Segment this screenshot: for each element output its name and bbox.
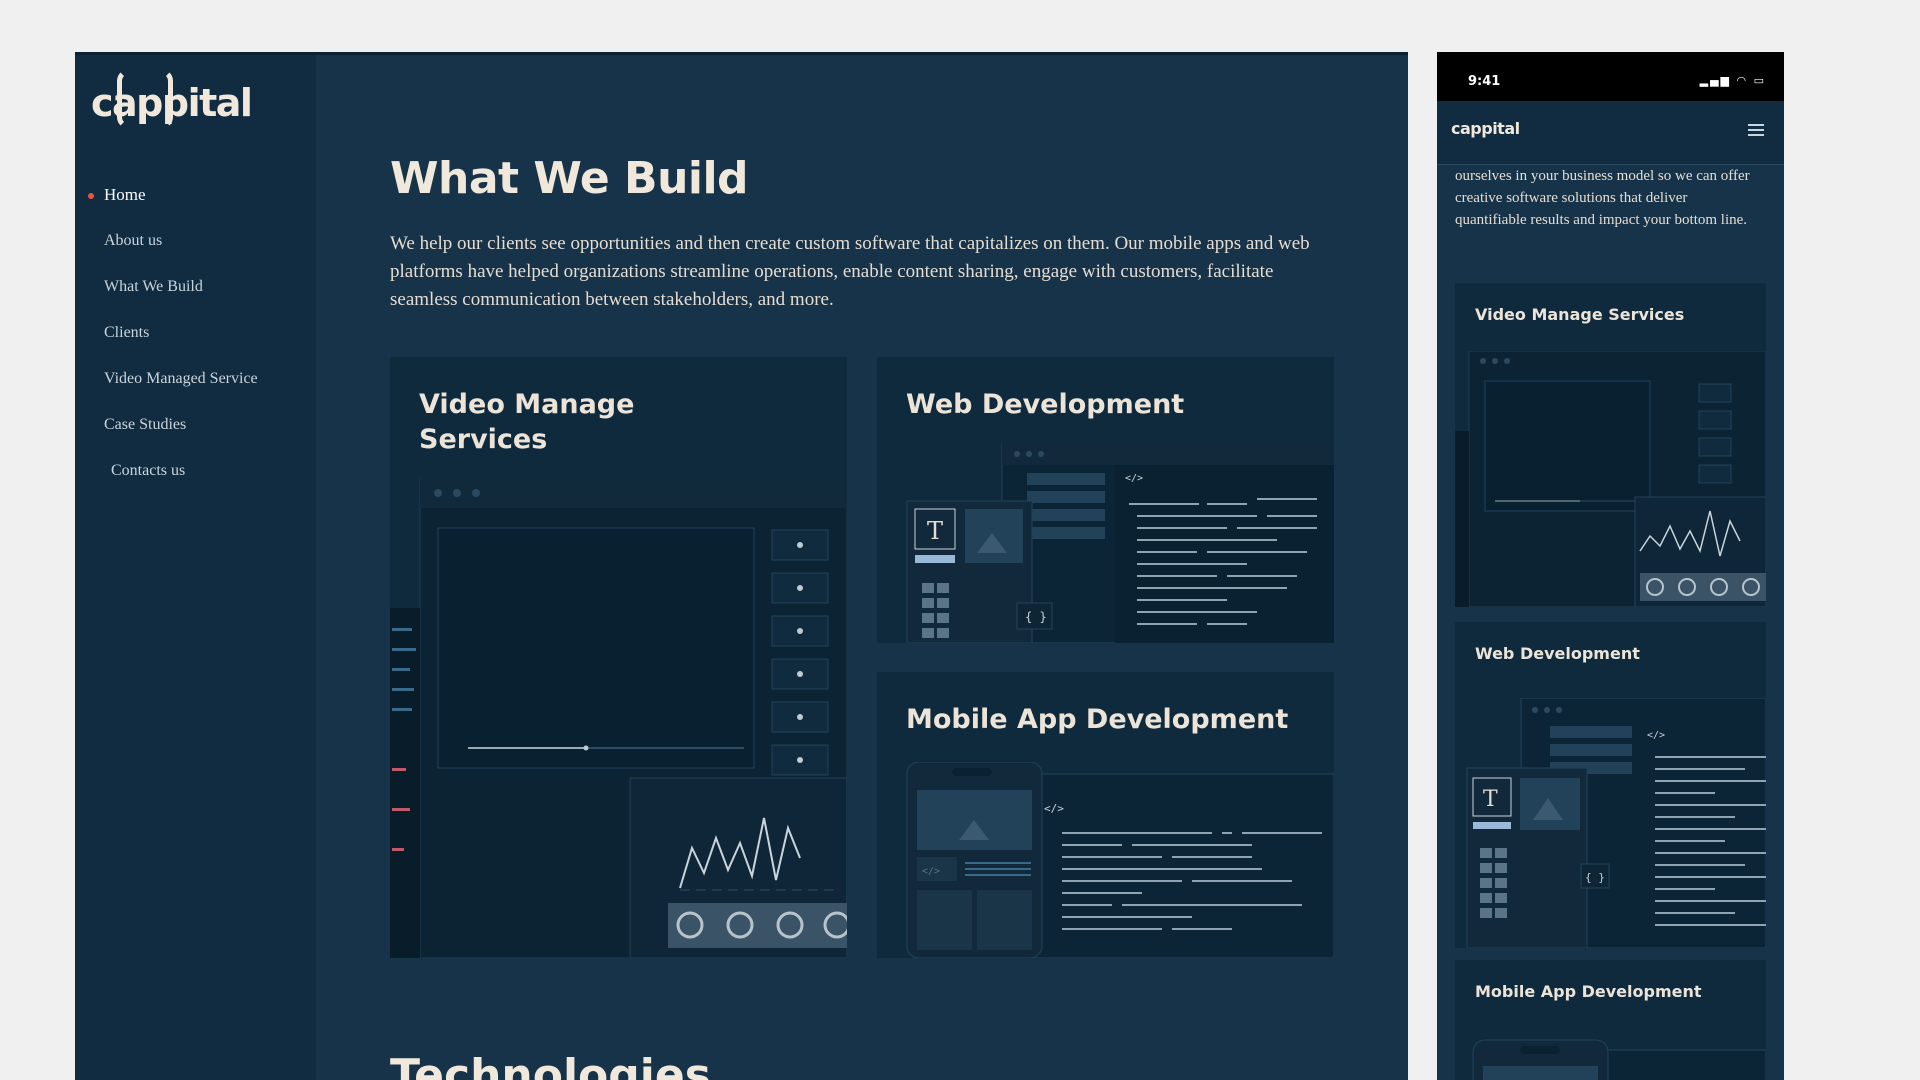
svg-text:</>: </> [1647, 730, 1665, 741]
web-development-illustration: </> T { } [1466, 698, 1766, 948]
active-dot-icon [88, 193, 94, 200]
nav-item-clients[interactable]: Clients [104, 323, 258, 369]
section-title-technologies: Technologies [390, 1050, 711, 1080]
mobile-logo[interactable]: cappital [1451, 119, 1520, 138]
hamburger-menu-icon[interactable] [1748, 124, 1764, 136]
card-title: Video Manage Services [1475, 305, 1685, 324]
video-player-illustration [1455, 351, 1766, 607]
status-bar: 9:41 ▂▄▆ ◠ ▭ [1437, 52, 1784, 101]
desktop-frame: cappital Home About us What We Build Cli… [75, 52, 1408, 1080]
nav-label: What We Build [104, 278, 203, 295]
svg-text:</>: </> [1125, 473, 1143, 484]
card-video-manage-services[interactable]: Video Manage Services [390, 357, 847, 958]
card-title: Mobile App Development [906, 704, 1289, 735]
mobile-frame: 9:41 ▂▄▆ ◠ ▭ cappital ourselves in your … [1437, 52, 1784, 1080]
nav-label: Home [104, 185, 146, 204]
sidebar: cappital Home About us What We Build Cli… [75, 55, 316, 1080]
nav-item-video-managed-service[interactable]: Video Managed Service [104, 369, 258, 415]
mobile-card-web-development[interactable]: Web Development </> T { } [1455, 622, 1766, 948]
card-mobile-app-development[interactable]: Mobile App Development </> </> [877, 672, 1334, 958]
video-player-illustration [390, 478, 847, 958]
status-time: 9:41 [1468, 74, 1501, 89]
svg-text:T: T [927, 517, 943, 545]
card-title: Web Development [1475, 644, 1640, 663]
web-development-illustration: </> T { } [906, 443, 1334, 643]
logo[interactable]: cappital [91, 81, 253, 125]
mobile-intro-text: ourselves in your business model so we c… [1455, 168, 1750, 228]
svg-text:{ }: { } [1025, 610, 1047, 624]
nav-item-about[interactable]: About us [104, 231, 258, 277]
nav-label: Clients [104, 324, 150, 341]
main-content: What We Build We help our clients see op… [390, 153, 1350, 314]
nav-label: About us [104, 232, 163, 249]
card-title: Mobile App Development [1475, 982, 1702, 1001]
sidebar-nav: Home About us What We Build Clients Vide… [88, 185, 258, 507]
mobile-card-mobile-app-development[interactable]: Mobile App Development [1455, 960, 1766, 1080]
card-title: Video Manage Services [419, 389, 635, 455]
svg-text:</>: </> [922, 866, 940, 877]
intro-text: We help our clients see opportunities an… [390, 233, 1310, 310]
page-title: What We Build [390, 153, 749, 204]
nav-label: Video Managed Service [104, 370, 258, 387]
svg-text:T: T [1483, 787, 1498, 812]
nav-label: Case Studies [104, 416, 187, 433]
svg-text:{ }: { } [1585, 871, 1605, 884]
nav-item-home[interactable]: Home [88, 185, 258, 231]
card-web-development[interactable]: Web Development </> T {} [877, 357, 1334, 643]
signal-wifi-battery-icon: ▂▄▆ ◠ ▭ [1699, 74, 1766, 87]
card-title: Web Development [906, 389, 1185, 420]
svg-text:</>: </> [1044, 802, 1064, 815]
nav-item-contacts[interactable]: Contacts us [104, 461, 258, 507]
mobile-app-illustration: </> </> [906, 762, 1334, 958]
mobile-card-video-manage-services[interactable]: Video Manage Services [1455, 283, 1766, 607]
mobile-header: cappital [1437, 101, 1784, 165]
mobile-app-illustration [1472, 1039, 1766, 1080]
nav-label: Contacts us [111, 462, 186, 479]
nav-item-case-studies[interactable]: Case Studies [104, 415, 258, 461]
nav-item-what-we-build[interactable]: What We Build [104, 277, 258, 323]
